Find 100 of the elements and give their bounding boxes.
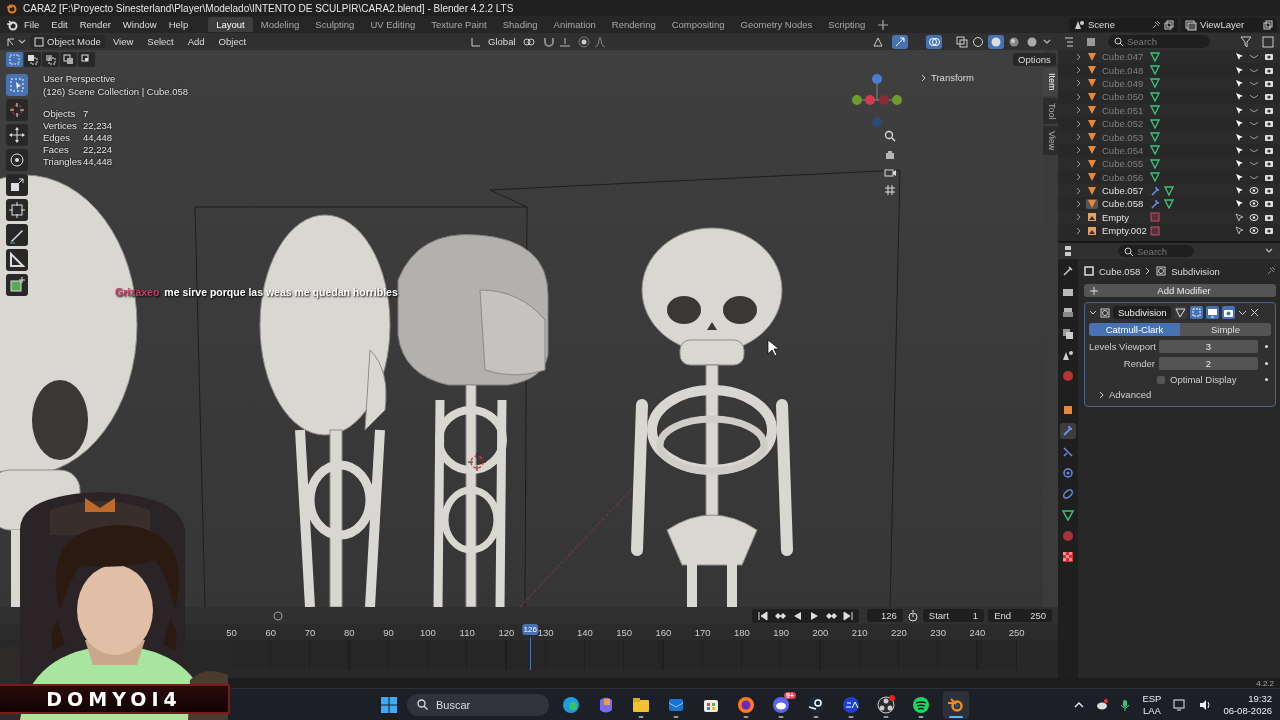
field-label: Render	[1122, 358, 1155, 369]
active-context: (126) Scene Collection | Cube.058	[43, 86, 189, 97]
object-name: Cube.053	[1102, 131, 1145, 143]
field-value: 250	[1030, 610, 1046, 621]
add-modifier-button[interactable]: Add Modifier	[1084, 284, 1276, 297]
object-name: Empty	[1102, 211, 1130, 223]
outliner-row[interactable]: Cube.050	[1058, 90, 1280, 104]
stat-label: Vertices	[43, 120, 78, 131]
scene-selector[interactable]: Scene	[1069, 17, 1178, 32]
outliner-row[interactable]: Cube.052	[1058, 116, 1280, 131]
menu-item[interactable]: File	[18, 18, 46, 31]
field-label: End	[994, 610, 1013, 621]
window-title: CARA2 [F:\Proyecto Sinesterland\Player\Modelado\INTENTO DE SCULPIR\CARA2.blend] - Blender 4.2.2 LTS	[23, 2, 514, 14]
sidebar-tab[interactable]: Tool	[1043, 97, 1058, 125]
start-frame-field[interactable]: Start 1	[922, 609, 985, 622]
menu-item[interactable]: Object	[212, 35, 253, 48]
stat-value: 22,224	[83, 144, 114, 155]
outliner-row[interactable]: Cube.054	[1058, 143, 1280, 158]
stat-value: 22,234	[83, 120, 114, 131]
field-label: Start	[928, 610, 950, 621]
end-frame-field[interactable]: End 250	[988, 609, 1052, 622]
object-name: Cube.058	[1102, 198, 1145, 210]
workspace-tab[interactable]: Compositing	[663, 17, 733, 32]
workspace-tab[interactable]: Texture Paint	[423, 17, 495, 32]
stat-value: 44,448	[83, 156, 114, 167]
clock[interactable]: 19:32 06-08-2026	[1223, 692, 1272, 717]
frame-number: 80	[344, 626, 355, 638]
frame-number: 220	[890, 626, 907, 638]
frame-number: 120	[498, 626, 515, 638]
menu-item[interactable]: Render	[73, 18, 117, 31]
panel-title: Transform	[931, 72, 974, 83]
workspace-tab[interactable]: Geometry Nodes	[732, 17, 821, 32]
object-name: Cube.048	[1102, 64, 1145, 76]
object-name: Cube.057	[1102, 185, 1145, 197]
stat-label: Faces	[43, 144, 70, 155]
input-language-indicator[interactable]: ESP LAA	[1142, 692, 1162, 717]
frame-number: 140	[576, 626, 593, 638]
frame-number: 170	[694, 626, 711, 638]
field-label: Levels Viewport	[1089, 341, 1155, 352]
subdivision-type-button[interactable]: Catmull-Clark	[1089, 323, 1180, 336]
checkbox-label: Optimal Display	[1170, 374, 1237, 385]
workspace-tab[interactable]: Animation	[545, 17, 604, 32]
taskbar-search[interactable]: Buscar	[407, 693, 549, 716]
workspace-tab[interactable]: Scripting	[820, 17, 874, 32]
options-dropdown[interactable]: Options	[1013, 53, 1056, 66]
search-field[interactable]: Search	[1118, 245, 1194, 257]
stat-label: Edges	[43, 132, 71, 143]
stat-label: Triangles	[43, 156, 83, 167]
outliner-row[interactable]: Cube.056	[1058, 170, 1280, 184]
frame-number: 240	[969, 626, 986, 638]
stat-value: 44,448	[83, 132, 114, 143]
menu-item[interactable]: Help	[162, 18, 195, 31]
menu-item[interactable]: Window	[116, 18, 163, 31]
object-name: Cube.051	[1102, 104, 1145, 116]
object-name: Cube.049	[1102, 77, 1145, 89]
orientation-dropdown[interactable]: Global	[484, 35, 520, 48]
outliner-row[interactable]: Cube.058	[1058, 197, 1280, 211]
object-name: Cube.058	[1099, 265, 1141, 277]
search-field[interactable]: Search	[1108, 35, 1210, 48]
workspace-tab[interactable]: Modeling	[252, 17, 308, 32]
number-field[interactable]: 3	[1159, 340, 1258, 353]
sidebar-tab[interactable]: View	[1043, 126, 1058, 156]
outliner-row[interactable]: Cube.048	[1058, 63, 1280, 77]
advanced-subpanel-header[interactable]: Advanced	[1089, 389, 1271, 400]
workspace-tab[interactable]: Sculpting	[307, 17, 363, 32]
workspace-tab[interactable]: Layout	[208, 17, 253, 32]
keyboard-layout: LAA	[1142, 704, 1161, 717]
workspace-tab[interactable]: Shading	[494, 17, 546, 32]
object-name: Cube.050	[1102, 91, 1145, 103]
sidebar-tab[interactable]: Item	[1043, 68, 1058, 96]
view-name: User Perspective	[43, 73, 117, 84]
frame-number: 210	[851, 626, 868, 638]
transform-panel-header[interactable]: Transform	[921, 72, 974, 83]
modifier-name-field[interactable]: Subdivision	[1113, 306, 1171, 319]
frame-number: 180	[733, 626, 750, 638]
menu-item[interactable]: Add	[181, 35, 211, 48]
outliner-row[interactable]: Empty.002	[1058, 224, 1280, 238]
subdivision-type-button[interactable]: Simple	[1180, 323, 1271, 336]
menu-item[interactable]: View	[106, 35, 140, 48]
stat-label: Objects	[43, 108, 77, 119]
workspace-tab[interactable]: Rendering	[603, 17, 664, 32]
menu-item[interactable]: Select	[141, 35, 180, 48]
object-name: Cube.054	[1102, 144, 1145, 156]
playhead[interactable]: 126	[522, 624, 538, 635]
frame-number: 90	[383, 626, 394, 638]
current-frame-field[interactable]: 126	[867, 609, 903, 622]
menu-item[interactable]: Edit	[45, 18, 74, 31]
object-name: Cube.056	[1102, 171, 1145, 183]
language-code: ESP	[1142, 692, 1162, 705]
frame-number: 60	[265, 626, 277, 638]
object-name: Cube.055	[1102, 158, 1145, 170]
view-layer-selector[interactable]: ViewLayer	[1181, 17, 1277, 32]
frame-number: 200	[812, 626, 829, 638]
clock-date: 06-08-2026	[1223, 704, 1272, 717]
number-field[interactable]: 2	[1159, 357, 1258, 370]
clock-time: 19:32	[1248, 692, 1272, 705]
workspace-tab[interactable]: UV Editing	[362, 17, 424, 32]
object-name: Cube.047	[1102, 51, 1145, 63]
frame-number: 250	[1008, 626, 1025, 638]
mode-dropdown[interactable]: Object Mode	[30, 35, 105, 48]
